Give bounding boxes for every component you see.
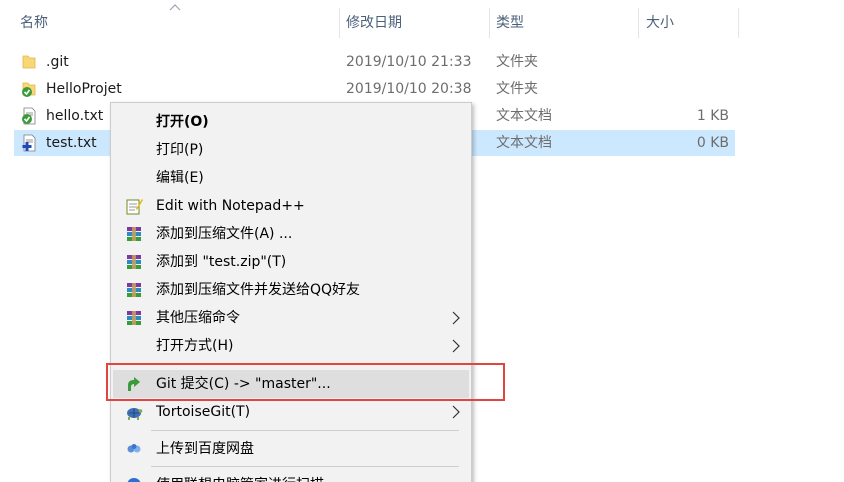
column-date-header[interactable]: 修改日期	[340, 8, 488, 38]
menu-item-lenovo-scan[interactable]: 使用联想电脑管家进行扫描	[113, 471, 469, 482]
menu-item-open[interactable]: 打开(O)	[113, 108, 469, 136]
menu-item-edit-notepadpp[interactable]: Edit with Notepad++	[113, 192, 469, 220]
column-header-bar: 名称 修改日期 类型 大小	[0, 0, 844, 46]
menu-item-label: 使用联想电脑管家进行扫描	[156, 471, 324, 482]
chevron-right-icon	[452, 405, 460, 419]
menu-item-label: TortoiseGit(T)	[156, 404, 251, 420]
git-ok-text-icon	[22, 107, 36, 125]
baidu-netdisk-icon	[127, 444, 141, 453]
menu-separator	[151, 466, 459, 467]
menu-separator	[151, 430, 459, 431]
menu-item-label: 添加到 "test.zip"(T)	[156, 254, 287, 270]
menu-item-label: 打印(P)	[156, 142, 204, 158]
file-type: 文本文档	[496, 108, 552, 124]
menu-item-label: 添加到压缩文件并发送给QQ好友	[156, 282, 361, 298]
folder-icon	[22, 55, 36, 69]
winrar-icon	[127, 311, 141, 325]
menu-item-label: 添加到压缩文件(A) ...	[156, 226, 293, 242]
menu-item-add-archive[interactable]: 添加到压缩文件(A) ...	[113, 220, 469, 248]
menu-item-baidu-upload[interactable]: 上传到百度网盘	[113, 435, 469, 463]
git-folder-icon	[22, 82, 36, 97]
menu-item-add-zip[interactable]: 添加到 "test.zip"(T)	[113, 248, 469, 276]
file-type: 文本文档	[496, 135, 552, 151]
menu-item-label: 编辑(E)	[156, 170, 204, 186]
file-date: 2019/10/10 20:38	[346, 81, 472, 97]
file-name: test.txt	[46, 135, 97, 151]
file-name: .git	[46, 54, 69, 70]
git-added-text-icon	[22, 134, 36, 152]
file-row-git[interactable]: .git 2019/10/10 21:33 文件夹	[14, 49, 735, 75]
menu-item-tortoisegit[interactable]: TortoiseGit(T)	[113, 398, 469, 426]
file-type: 文件夹	[496, 81, 538, 97]
tortoisegit-icon	[127, 408, 143, 420]
column-name-header[interactable]: 名称	[14, 8, 339, 38]
column-type-header[interactable]: 类型	[490, 8, 638, 38]
column-size-header[interactable]: 大小	[640, 8, 738, 38]
menu-item-add-send-qq[interactable]: 添加到压缩文件并发送给QQ好友	[113, 276, 469, 304]
chevron-right-icon	[452, 339, 460, 353]
winrar-icon	[127, 227, 141, 241]
lenovo-scan-icon	[127, 478, 141, 482]
menu-item-open-with[interactable]: 打开方式(H)	[113, 332, 469, 360]
menu-item-other-compress[interactable]: 其他压缩命令	[113, 304, 469, 332]
menu-item-label: 打开(O)	[156, 114, 209, 130]
context-menu: 打开(O) 打印(P) 编辑(E) Edit with Notepad++ 添加…	[110, 102, 472, 482]
column-divider[interactable]	[738, 8, 739, 38]
menu-item-label: 其他压缩命令	[156, 310, 240, 326]
highlight-annotation-box	[106, 363, 505, 401]
menu-item-label: 打开方式(H)	[156, 338, 234, 354]
menu-item-label: Edit with Notepad++	[156, 198, 305, 214]
winrar-icon	[127, 283, 141, 297]
column-divider[interactable]	[638, 8, 639, 38]
file-size: 0 KB	[696, 135, 729, 151]
menu-item-print[interactable]: 打印(P)	[113, 136, 469, 164]
file-name: hello.txt	[46, 108, 104, 124]
chevron-right-icon	[452, 311, 460, 325]
file-date: 2019/10/10 21:33	[346, 54, 472, 70]
notepadpp-icon	[126, 199, 143, 215]
file-name: HelloProjet	[46, 81, 122, 97]
winrar-icon	[127, 255, 141, 269]
file-type: 文件夹	[496, 54, 538, 70]
file-size: 1 KB	[696, 108, 729, 124]
file-row-helloprojet[interactable]: HelloProjet 2019/10/10 20:38 文件夹	[14, 76, 735, 102]
menu-item-edit[interactable]: 编辑(E)	[113, 164, 469, 192]
menu-item-label: 上传到百度网盘	[156, 441, 254, 457]
